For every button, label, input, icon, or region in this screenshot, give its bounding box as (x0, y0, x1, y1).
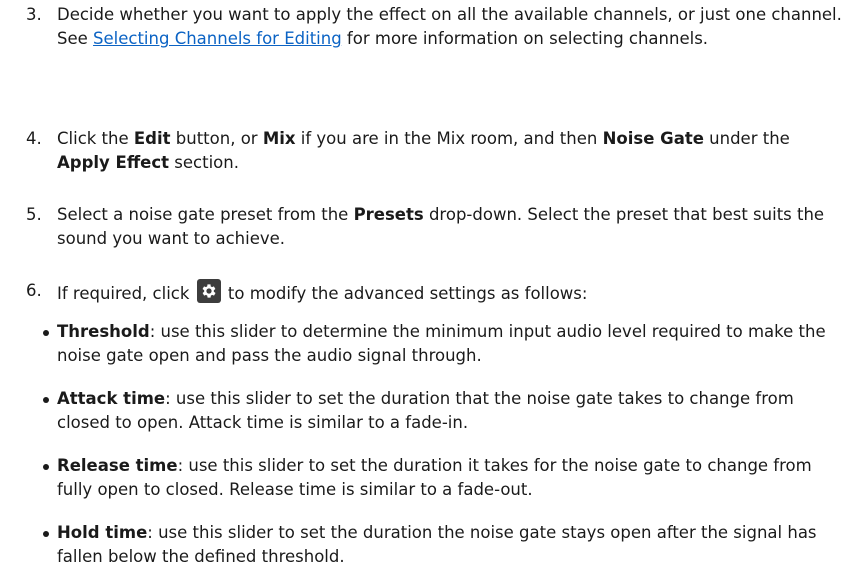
step-number: 4. (26, 129, 42, 148)
mix-button-label: Mix (262, 129, 296, 148)
document-page: 3. Decide whether you want to apply the … (0, 0, 864, 582)
bullet-dot (43, 531, 49, 537)
step-text-part: Select a noise gate preset from the (57, 205, 354, 224)
step-number: 6. (26, 281, 42, 300)
apply-effect-label: Apply Effect (57, 153, 170, 172)
step-text-part: to modify the advanced settings as follo… (222, 284, 588, 303)
step-text-part: for more information on selecting channe… (341, 29, 709, 48)
list-item-text: Release time: use this slider to set the… (57, 454, 847, 502)
step-text: If required, click to modify the advance… (57, 279, 847, 306)
gear-icon-glyph (202, 284, 216, 298)
list-item-description: : use this slider to set the duration th… (57, 523, 817, 566)
step-text-part: If required, click (57, 284, 195, 303)
step-number: 5. (26, 205, 42, 224)
noise-gate-label: Noise Gate (602, 129, 704, 148)
step-text-part: if you are in the Mix room, and then (295, 129, 603, 148)
step-text: Click the Edit button, or Mix if you are… (57, 127, 847, 175)
bullet-dot (43, 330, 49, 336)
release-time-term: Release time (57, 456, 178, 475)
selecting-channels-link[interactable]: Selecting Channels for Editing (93, 29, 342, 48)
step-text: Decide whether you want to apply the eff… (57, 3, 847, 51)
step-text-part: button, or (170, 129, 263, 148)
threshold-term: Threshold (57, 322, 150, 341)
attack-time-term: Attack time (57, 389, 166, 408)
presets-label: Presets (353, 205, 424, 224)
list-item-text: Attack time: use this slider to set the … (57, 387, 847, 435)
step-number: 3. (26, 5, 42, 24)
edit-button-label: Edit (133, 129, 171, 148)
gear-settings-icon (196, 279, 221, 303)
step-text: Select a noise gate preset from the Pres… (57, 203, 847, 251)
step-text-part: section. (169, 153, 239, 172)
bullet-dot (43, 464, 49, 470)
list-item-text: Hold time: use this slider to set the du… (57, 521, 847, 569)
step-text-part: Click the (57, 129, 134, 148)
list-item-text: Threshold: use this slider to determine … (57, 320, 847, 368)
hold-time-term: Hold time (57, 523, 148, 542)
list-item-description: : use this slider to determine the minim… (57, 322, 826, 365)
bullet-dot (43, 397, 49, 403)
step-text-part: under the (703, 129, 790, 148)
list-item-description: : use this slider to set the duration th… (57, 389, 794, 432)
